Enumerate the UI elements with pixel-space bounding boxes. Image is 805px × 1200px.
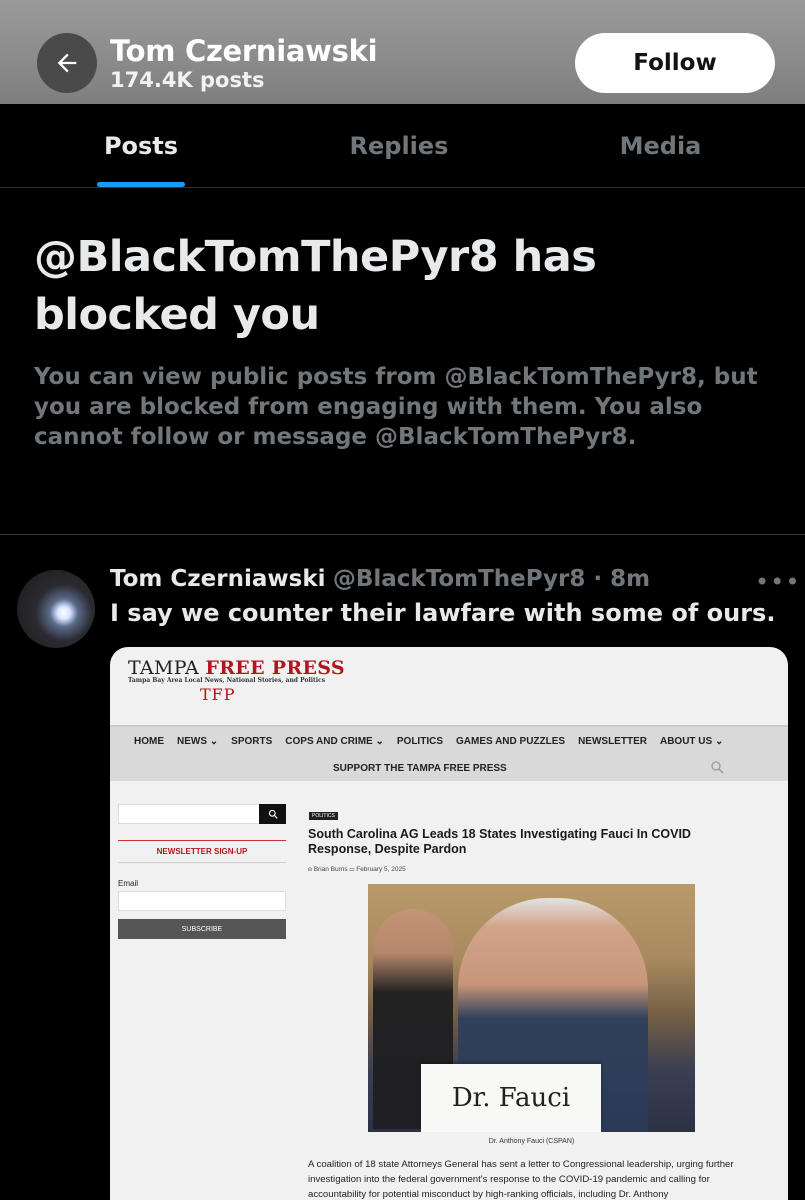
tab-label: Replies	[349, 131, 449, 160]
subscribe-button: SUBSCRIBE	[118, 919, 286, 939]
nav-item: ABOUT US ⌄	[659, 736, 724, 747]
nav-item: COPS AND CRIME ⌄	[285, 736, 384, 747]
post-header: Tom Czerniawski @BlackTomThePyr8 · 8m	[110, 566, 650, 592]
nav-support: SUPPORT THE TAMPA FREE PRESS	[333, 763, 507, 774]
newsletter-heading: NEWSLETTER SIGN-UP	[156, 847, 248, 856]
article-photo: Dr. Fauci	[368, 884, 695, 1132]
site-title-red: FREE PRESS	[205, 657, 345, 679]
divider	[0, 534, 805, 535]
post-handle-time[interactable]: @BlackTomThePyr8 · 8m	[333, 566, 650, 592]
follow-button[interactable]: Follow	[575, 33, 775, 93]
post-image[interactable]: TAMPA FREE PRESS Tampa Bay Area Local Ne…	[110, 647, 788, 1200]
site-logo: TFP	[200, 685, 236, 704]
blocked-title: @BlackTomThePyr8 has blocked you	[34, 232, 597, 340]
nav-item: HOME	[134, 736, 164, 747]
email-field	[118, 891, 286, 911]
nav-item: NEWS ⌄	[177, 736, 219, 747]
profile-header: Tom Czerniawski 174.4K posts Follow	[0, 0, 805, 104]
tab-label: Posts	[103, 131, 179, 160]
nav-item: GAMES AND PUZZLES	[456, 736, 566, 747]
avatar[interactable]	[17, 570, 95, 648]
profile-name: Tom Czerniawski	[110, 34, 378, 68]
site-tagline: Tampa Bay Area Local News, National Stor…	[128, 677, 326, 684]
active-tab-indicator	[97, 182, 185, 187]
nav-item: SPORTS	[231, 736, 273, 747]
tab-posts[interactable]: Posts	[0, 104, 282, 187]
nav-item: NEWSLETTER	[578, 736, 647, 747]
post-text: I say we counter their lawfare with some…	[110, 599, 776, 627]
email-label: Email	[118, 879, 139, 888]
nav-item: POLITICS	[396, 736, 443, 747]
tab-replies[interactable]: Replies	[282, 104, 516, 187]
site-search-button	[259, 804, 286, 824]
post-count: 174.4K posts	[110, 68, 265, 92]
photo-nameplate: Dr. Fauci	[421, 1064, 601, 1132]
photo-caption: Dr. Anthony Fauci (CSPAN)	[488, 1138, 575, 1145]
tab-label: Media	[619, 131, 702, 160]
more-icon[interactable]: •••	[755, 568, 800, 596]
sidebar-rule	[118, 840, 286, 841]
arrow-left-icon	[57, 53, 77, 73]
search-icon	[711, 761, 724, 774]
article-title: South Carolina AG Leads 18 States Invest…	[308, 827, 691, 856]
site-nav: HOME NEWS ⌄ SPORTS COPS AND CRIME ⌄ POLI…	[110, 725, 788, 781]
search-icon	[268, 809, 278, 819]
site-title-plain: TAMPA	[128, 657, 206, 679]
profile-tabs: Posts Replies Media	[0, 104, 805, 188]
site-title: TAMPA FREE PRESS	[128, 657, 345, 679]
blocked-notice: @BlackTomThePyr8 has blocked you You can…	[34, 228, 774, 452]
sidebar-rule	[118, 862, 286, 863]
article-meta: ⍝ Brian Burns ▭ February 5, 2025	[308, 866, 406, 873]
tab-media[interactable]: Media	[516, 104, 805, 187]
back-button[interactable]	[37, 33, 97, 93]
article-tag: POLITICS	[309, 812, 338, 820]
article-body: A coalition of 18 state Attorneys Genera…	[308, 1159, 734, 1200]
blocked-message: You can view public posts from @BlackTom…	[34, 364, 758, 450]
post-author-name[interactable]: Tom Czerniawski	[110, 566, 326, 592]
